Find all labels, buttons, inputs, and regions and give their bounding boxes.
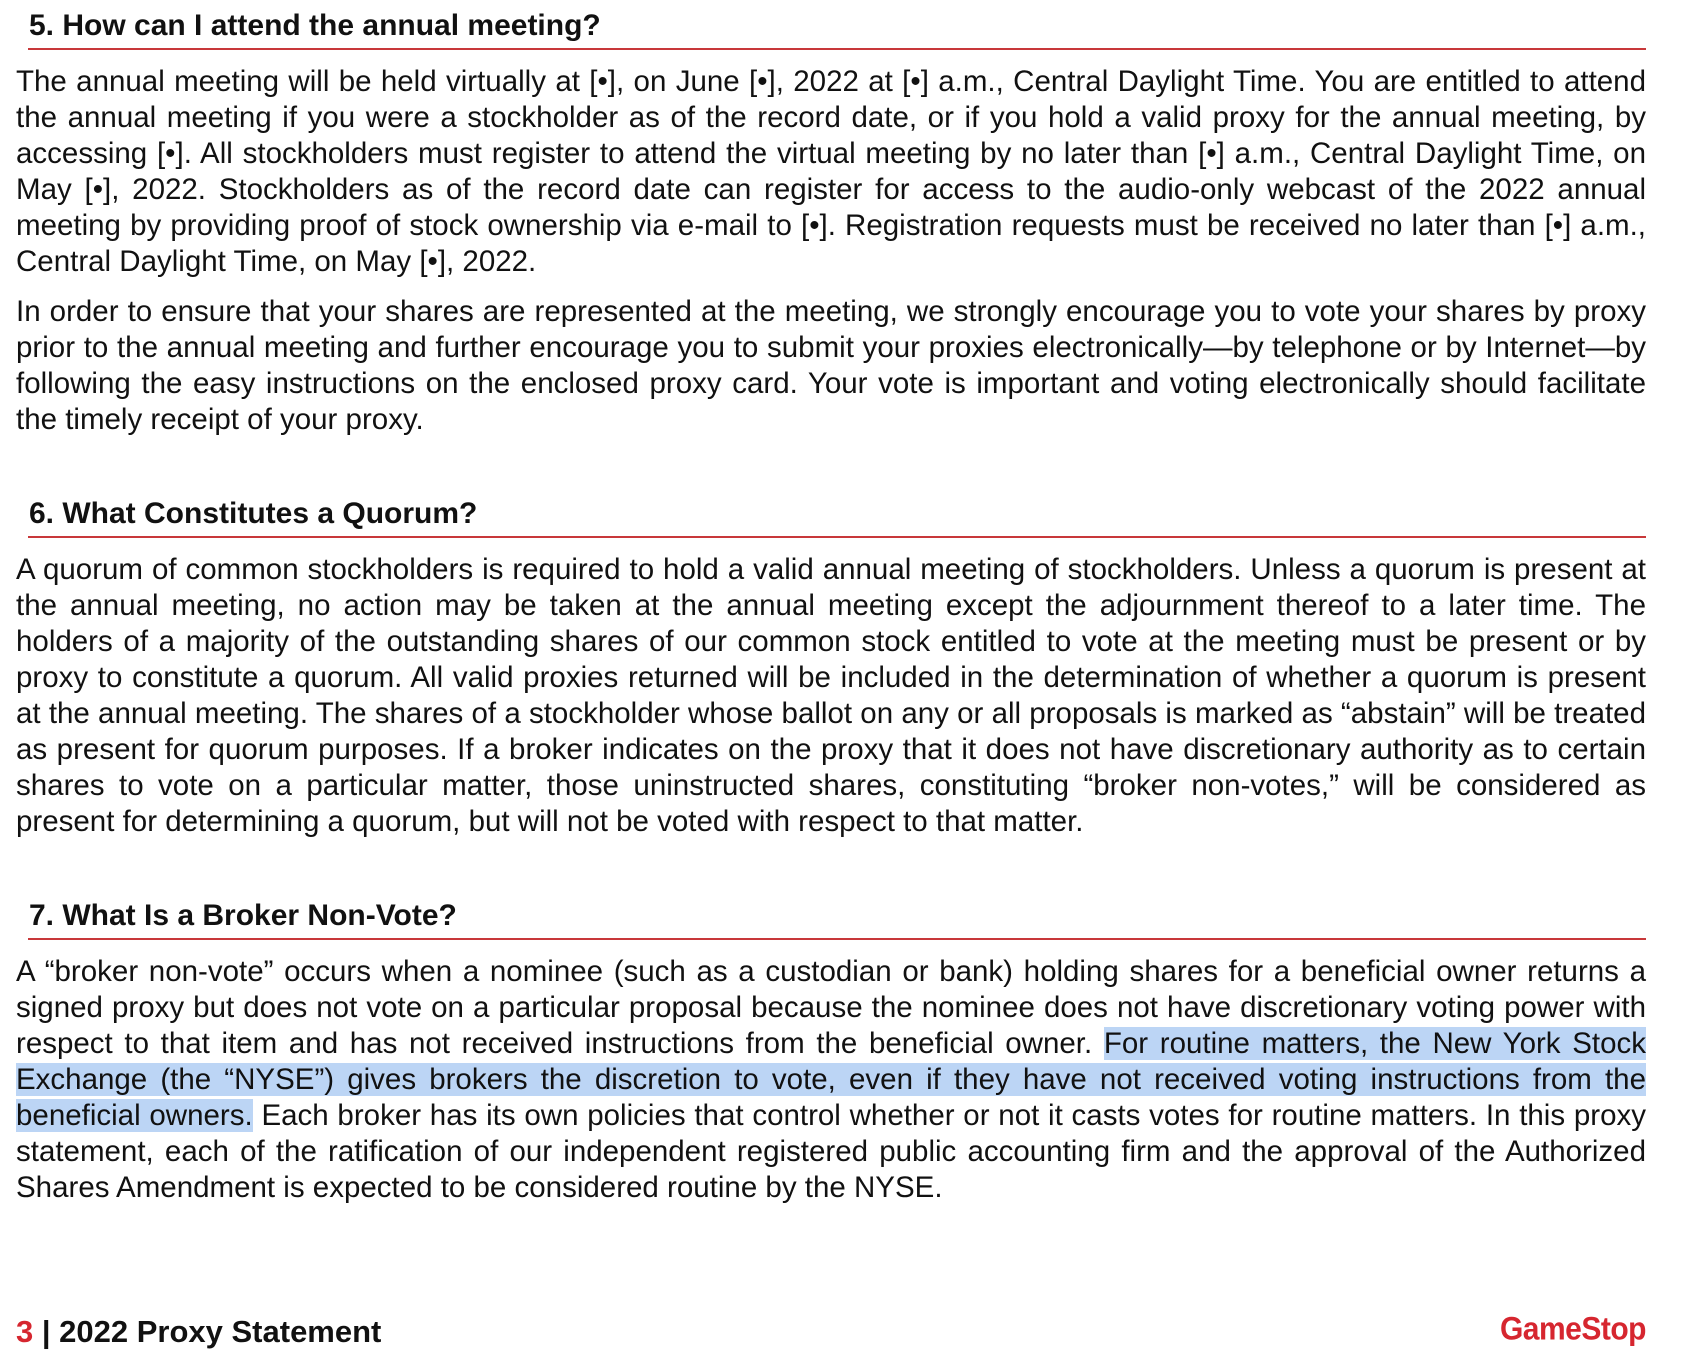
paragraph: In order to ensure that your shares are … bbox=[16, 295, 1646, 436]
section-7: 7. What Is a Broker Non-Vote? A “broker … bbox=[16, 890, 1646, 1206]
proxy-statement-page: 5. How can I attend the annual meeting? … bbox=[16, 0, 1646, 1206]
section-heading: 5. How can I attend the annual meeting? bbox=[29, 9, 601, 42]
footer-separator: | bbox=[33, 1314, 60, 1349]
section-6: 6. What Constitutes a Quorum? A quorum o… bbox=[16, 488, 1646, 840]
paragraph[interactable]: A “broker non-vote” occurs when a nomine… bbox=[16, 954, 1646, 1206]
page-footer: 3 | 2022 Proxy Statement GameStop bbox=[16, 1308, 1647, 1356]
footer-label: 3 | 2022 Proxy Statement bbox=[16, 1314, 381, 1350]
section-heading: 7. What Is a Broker Non-Vote? bbox=[29, 899, 457, 932]
section-heading: 6. What Constitutes a Quorum? bbox=[29, 497, 478, 530]
document-title: 2022 Proxy Statement bbox=[59, 1314, 382, 1349]
paragraph-text: Each broker has its own policies that co… bbox=[16, 1099, 1646, 1204]
gamestop-logo: GameStop bbox=[1499, 1311, 1647, 1347]
paragraph: A quorum of common stockholders is requi… bbox=[16, 553, 1646, 838]
page-number: 3 bbox=[16, 1314, 34, 1349]
section-5: 5. How can I attend the annual meeting? … bbox=[16, 0, 1646, 438]
paragraph: The annual meeting will be held virtuall… bbox=[16, 65, 1646, 278]
